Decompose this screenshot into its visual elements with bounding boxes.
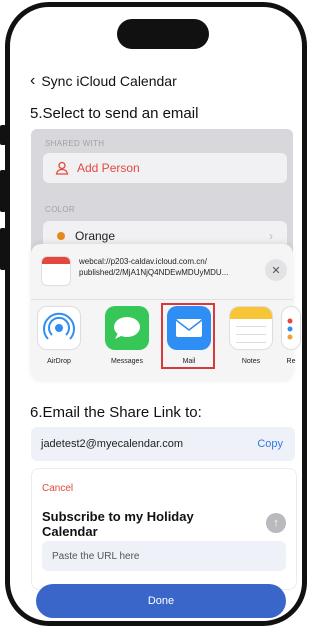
- share-app-reminders[interactable]: Re: [281, 306, 301, 365]
- compose-card: Cancel Subscribe to my Holiday Calendar …: [31, 468, 297, 590]
- share-app-label: Re: [286, 358, 296, 365]
- phone-frame: ‹ Sync iCloud Calendar 5.Select to send …: [5, 2, 307, 626]
- nav-title: Sync iCloud Calendar: [41, 73, 177, 89]
- share-sheet: webcal://p203-caldav.icloud.com.cn/ publ…: [31, 244, 301, 382]
- navigation-bar: ‹ Sync iCloud Calendar: [30, 72, 177, 90]
- volume-down-button: [0, 228, 6, 270]
- done-button[interactable]: Done: [36, 584, 286, 618]
- dynamic-island: [117, 19, 209, 49]
- chevron-right-icon: ›: [269, 229, 273, 243]
- volume-up-button: [0, 170, 6, 212]
- divider: [31, 299, 293, 300]
- share-app-messages[interactable]: Messages: [101, 306, 153, 365]
- shared-with-label: SHARED WITH: [45, 139, 105, 148]
- screen: ‹ Sync iCloud Calendar 5.Select to send …: [10, 7, 302, 621]
- reminders-icon: [281, 306, 301, 350]
- messages-icon: [105, 306, 149, 350]
- share-app-label: Messages: [111, 358, 143, 365]
- color-dot-icon: [57, 232, 65, 240]
- color-value: Orange: [75, 229, 116, 243]
- email-subject: Subscribe to my Holiday Calendar: [42, 509, 194, 539]
- share-app-label: AirDrop: [47, 358, 71, 365]
- add-person-row[interactable]: Add Person: [43, 153, 287, 183]
- share-app-label: Notes: [241, 358, 261, 365]
- share-url-line1: webcal://p203-caldav.icloud.com.cn/: [79, 257, 207, 266]
- share-url-line2: published/2/MjA1NjQ4NDEwMDUyMDU...: [79, 268, 229, 277]
- airdrop-icon: [37, 306, 81, 350]
- person-icon: [55, 161, 69, 175]
- close-icon[interactable]: ✕: [265, 259, 287, 281]
- email-row: jadetest2@myecalendar.com Copy: [31, 427, 295, 461]
- share-app-notes[interactable]: Notes: [225, 306, 277, 365]
- copy-button[interactable]: Copy: [257, 438, 283, 450]
- cancel-button[interactable]: Cancel: [42, 483, 73, 494]
- side-button: [0, 125, 6, 145]
- share-apps-row: AirDrop Messages Mail Notes Re: [31, 303, 301, 376]
- step6-title: 6.Email the Share Link to:: [30, 404, 202, 421]
- share-app-airdrop[interactable]: AirDrop: [33, 306, 85, 365]
- step5-title: 5.Select to send an email: [30, 105, 199, 122]
- email-address: jadetest2@myecalendar.com: [41, 438, 184, 450]
- calendar-thumbnail-icon: [41, 256, 71, 286]
- chevron-left-icon[interactable]: ‹: [30, 72, 35, 90]
- notes-icon: [229, 306, 273, 350]
- add-person-label: Add Person: [77, 161, 140, 175]
- paste-url-placeholder: Paste the URL here: [52, 550, 140, 562]
- share-url: webcal://p203-caldav.icloud.com.cn/ publ…: [79, 256, 259, 278]
- send-arrow-icon[interactable]: ↑: [266, 513, 286, 533]
- paste-url-field[interactable]: Paste the URL here: [42, 541, 286, 571]
- color-label: COLOR: [45, 205, 75, 214]
- share-url-row: webcal://p203-caldav.icloud.com.cn/ publ…: [39, 254, 289, 292]
- mail-highlight-box: [161, 303, 215, 369]
